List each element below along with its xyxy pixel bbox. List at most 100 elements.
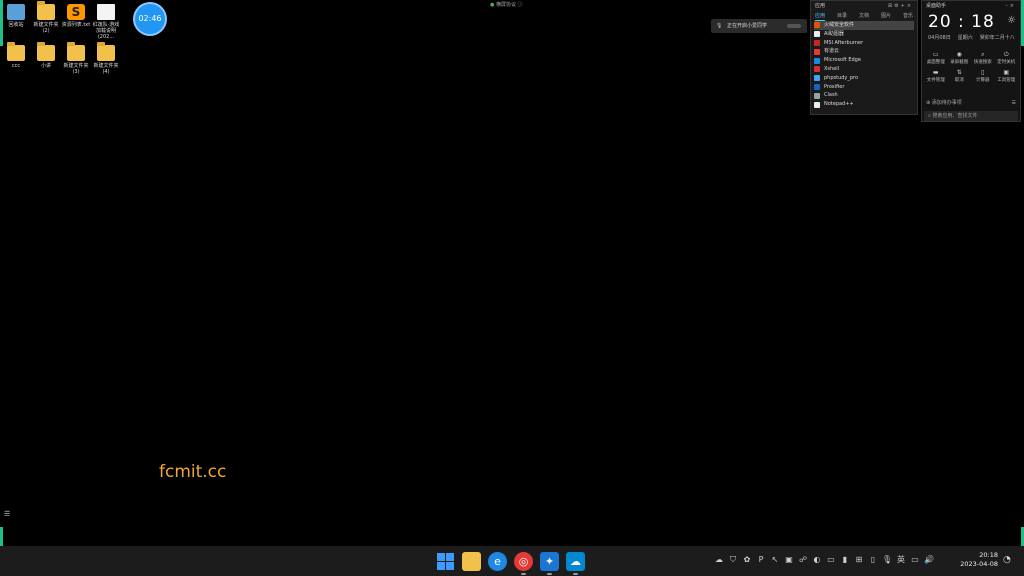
desktop-icon-folder[interactable]: ccc	[1, 42, 31, 69]
app-icon	[814, 48, 820, 55]
tab-folders[interactable]: 目录	[837, 11, 847, 21]
desktop-icon-document[interactable]: 红莲队·游戏加载说明(202...	[91, 4, 121, 40]
phone-icon[interactable]: ▯	[868, 555, 878, 565]
app-icon[interactable]: ◐	[812, 555, 822, 565]
microphone-icon[interactable]: 🎙	[882, 555, 892, 565]
tab-images[interactable]: 图片	[881, 11, 891, 21]
chrome-button[interactable]: ◎	[514, 552, 533, 575]
clock-time: 20 : 18	[928, 12, 995, 32]
todo-row[interactable]: ⊕ 添加待办事项 ☰	[922, 99, 1020, 108]
tab-documents[interactable]: 文档	[859, 11, 869, 21]
desktop-icon-folder[interactable]: 新建文件夹(3)	[61, 42, 91, 75]
sublime-text-icon: S	[67, 4, 85, 20]
app-icon	[814, 31, 820, 38]
list-item[interactable]: Notepad++	[814, 100, 914, 109]
list-item[interactable]: Clash	[814, 91, 914, 100]
watermark-text: fcmit.cc	[159, 462, 227, 482]
list-item[interactable]: Proxifier	[814, 83, 914, 92]
app-button[interactable]: ✦	[540, 552, 559, 575]
assistant-search-input[interactable]: ⌕ 搜索应用、查找文件	[924, 111, 1018, 121]
floating-clock-bubble[interactable]: 02:46	[135, 4, 165, 34]
clock-lunar: 癸卯年二月十八	[979, 35, 1015, 41]
clock-weekday: 星期六	[957, 35, 973, 41]
list-item[interactable]: 有道云	[814, 47, 914, 56]
cloud-icon[interactable]: ☁	[714, 555, 724, 565]
clock-date-row: 04月08日 星期六 癸卯年二月十八	[922, 33, 1020, 43]
desktop-icon-label: 新建文件夹(2)	[33, 22, 59, 34]
shortcut-screen-record[interactable]: ◉ 录屏截图	[948, 51, 972, 65]
app-button[interactable]: ☁	[566, 552, 585, 575]
desktop-icon-folder[interactable]: 新建文件夹(4)	[91, 42, 121, 75]
microphone-icon: 🎙	[716, 23, 723, 29]
list-item[interactable]: MSI Afterburner	[814, 39, 914, 48]
clock-date: 04月08日	[928, 35, 951, 41]
folder-icon	[67, 42, 85, 61]
desktop-icon-folder[interactable]: 小讲	[31, 42, 61, 69]
edge-button[interactable]: e	[488, 552, 507, 571]
monitor-icon: ▭	[932, 51, 939, 58]
volume-icon[interactable]: 🔊	[924, 555, 934, 565]
taskbar-clock[interactable]: 20:18 2023-04-08	[960, 551, 998, 569]
shortcut-calculator[interactable]: ▯ 计算器	[971, 69, 995, 83]
shortcut-cancel[interactable]: ⇅ 取消	[948, 69, 972, 83]
add-circle-icon: ⊕	[926, 100, 931, 106]
desktop-icon-recycle-bin[interactable]: 回收站	[1, 4, 31, 28]
shortcut-timed-shutdown[interactable]: ⏻ 定时关机	[995, 51, 1019, 65]
grid-icon[interactable]: ⊞	[854, 555, 864, 565]
list-item[interactable]: 火绒安全软件	[814, 21, 914, 30]
desktop-icon-folder[interactable]: 新建文件夹(2)	[31, 1, 61, 34]
top-status-text: 横屏协议	[495, 2, 516, 8]
pointer-icon[interactable]: ↖	[770, 555, 780, 565]
app-icon	[814, 66, 820, 73]
list-icon[interactable]: ☰	[4, 510, 10, 518]
shortcut-file-manager[interactable]: ▬ 文件管理	[924, 69, 948, 83]
battery-icon[interactable]: ▮	[840, 555, 850, 565]
power-icon: ⏻	[1003, 51, 1009, 58]
app-icon	[814, 92, 820, 99]
taskbar-time: 20:18	[979, 551, 998, 559]
signal-icon: ●	[490, 2, 495, 8]
flower-icon[interactable]: ✿	[742, 555, 752, 565]
list-item[interactable]: AI助图器	[814, 30, 914, 39]
shortcut-desktop-organize[interactable]: ▭ 桌面整理	[924, 51, 948, 65]
list-item[interactable]: Microsoft Edge	[814, 56, 914, 65]
notification-icon[interactable]: ◔	[1003, 555, 1011, 565]
display-icon[interactable]: ▭	[826, 555, 836, 565]
ime-indicator[interactable]: 英	[896, 555, 906, 565]
system-tray: ☁ ⛉ ✿ P ↖ ▣ ☍ ◐ ▭ ▮ ⊞ ▯ 🎙 英 ▭ 🔊	[714, 555, 934, 565]
voice-assistant-notification[interactable]: 🎙 正在开启小爱同学	[711, 19, 807, 33]
app-list: 火绒安全软件 AI助图器 MSI Afterburner 有道云 Microso…	[811, 21, 917, 109]
shortcut-quick-search[interactable]: ⌕ 快速搜索	[971, 51, 995, 65]
notification-text: 正在开启小爱同学	[727, 23, 768, 29]
search-icon: ⌕	[981, 51, 985, 58]
network-icon[interactable]: ▭	[910, 555, 920, 565]
search-panel-title: 应用	[815, 3, 826, 9]
top-status-indicator[interactable]: ● 横屏协议 ⓘ	[490, 1, 523, 8]
list-item[interactable]: Xshell	[814, 65, 914, 74]
desktop-icon-label: 新建文件夹(4)	[93, 63, 119, 75]
close-icon[interactable]: ×	[1010, 3, 1016, 9]
panel-tools: ⊞⚙+×	[888, 1, 913, 11]
list-item[interactable]: phpstudy_pro	[814, 74, 914, 83]
note-icon[interactable]: ☰	[1012, 99, 1016, 108]
app-icon	[814, 83, 820, 90]
desktop-icon-sublime-file[interactable]: S 资源列表.txt	[61, 4, 91, 28]
close-icon[interactable]: ×	[907, 3, 913, 9]
brightness-icon[interactable]: ☼	[1007, 15, 1016, 26]
shortcut-tool-manager[interactable]: ▣ 工具管理	[995, 69, 1019, 83]
app-icon[interactable]: ▣	[784, 555, 794, 565]
windows-logo-icon	[437, 553, 454, 570]
taskbar-date: 2023-04-08	[960, 560, 998, 568]
app-icon[interactable]: P	[756, 555, 766, 565]
file-explorer-button[interactable]	[462, 552, 481, 571]
edge-icon: e	[494, 555, 501, 568]
panel-tools: –×	[1005, 1, 1016, 11]
app-icon	[814, 39, 820, 46]
tab-music[interactable]: 音乐	[903, 11, 913, 21]
search-icon: ⌕	[928, 113, 931, 119]
app-icon	[814, 101, 820, 108]
app-icon[interactable]: ☍	[798, 555, 808, 565]
shield-icon[interactable]: ⛉	[728, 555, 738, 565]
start-button[interactable]	[436, 552, 455, 571]
tab-apps[interactable]: 应用	[815, 11, 826, 21]
